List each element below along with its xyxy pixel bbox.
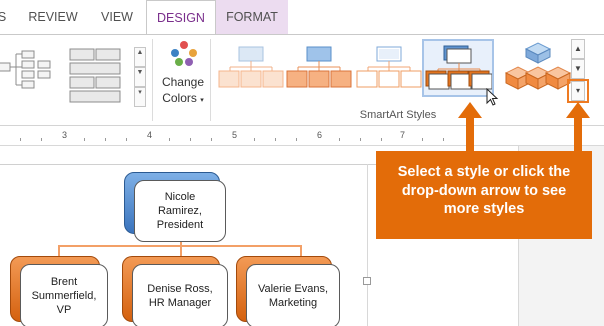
layout-thumb-hierarchy[interactable] [0,50,51,89]
page-top-edge [0,164,378,165]
node-text-line: VP [56,304,72,316]
tab-view[interactable]: VIEW [92,0,142,34]
color-palette-icon [171,41,197,67]
style-thumb-simple-fill[interactable] [216,39,286,97]
org-node-vp[interactable]: Brent Summerfield, VP [20,264,108,326]
org-node-marketing[interactable]: Valerie Evans, Marketing [246,264,340,326]
tab-design[interactable]: DESIGN [146,0,216,34]
tab-format[interactable]: FORMAT [216,0,288,34]
style-thumb-stacked-selected[interactable] [422,39,494,97]
smartart-styles-group-label: SmartArt Styles [359,109,437,121]
layouts-gallery[interactable]: ▲ ▼ ▾ [0,39,150,109]
change-colors-button[interactable]: Change Colors ▾ [158,37,208,123]
node-text-line: HR Manager [148,297,212,309]
smartart-resize-handle[interactable] [363,277,371,285]
instruction-callout: Select a style or click the drop-down ar… [376,151,592,239]
node-text-line: Denise Ross, [147,283,213,295]
style-thumb-3d[interactable] [502,39,572,97]
styles-scroll-up[interactable]: ▲ [571,39,585,59]
layouts-scroll-up[interactable]: ▲ [134,47,146,67]
arrow-up-icon [566,102,590,154]
callout-line: drop-down arrow to see [401,182,567,199]
ruler-number: 3 [62,130,68,140]
change-colors-label-2: Colors ▾ [162,91,204,105]
ribbon-tab-bar: S REVIEW VIEW DESIGN FORMAT [0,0,604,34]
group-separator [152,39,153,121]
node-text-line: Brent [50,276,78,288]
ruler-number: 7 [400,130,406,140]
org-node-hr-manager[interactable]: Denise Ross, HR Manager [132,264,228,326]
smartart-frame-edge [367,164,368,326]
ribbon-design: ▲ ▼ ▾ Change Colors ▾ ▲ ▼ ▾ SmartArt Sty… [0,34,604,126]
node-text-line: President [156,219,204,231]
layouts-scroll-down[interactable]: ▼ [134,67,146,87]
mouse-cursor-icon [486,88,499,106]
style-thumb-outline[interactable] [354,39,424,97]
tab-partial[interactable]: S [0,0,12,34]
callout-line: more styles [443,201,525,217]
node-text-line: Ramirez, [157,205,202,217]
style-thumb-gradient[interactable] [284,39,354,97]
node-text-line: Valerie Evans, [257,283,329,295]
ruler-number: 6 [317,130,323,140]
org-node-president[interactable]: Nicole Ramirez, President [134,180,226,242]
callout-line: Select a style or click the [397,164,571,180]
layouts-more-button[interactable]: ▾ [134,87,146,107]
tab-review[interactable]: REVIEW [22,0,84,34]
smartart-styles-gallery [212,37,584,101]
chevron-down-icon: ▾ [200,97,204,104]
layout-thumbnails [0,48,121,103]
arrow-up-icon [458,102,482,154]
node-text-line: Nicole [164,191,196,203]
styles-scroll-down[interactable]: ▼ [571,59,585,79]
ruler-number: 4 [147,130,153,140]
node-text-line: Summerfield, [31,290,97,302]
ruler-number: 5 [232,130,238,140]
group-separator [210,39,211,121]
node-text-line: Marketing [268,297,318,309]
horizontal-ruler: 3 4 5 6 7 [0,126,604,146]
change-colors-label-1: Change [161,75,205,89]
layout-thumb-table[interactable] [69,48,121,103]
